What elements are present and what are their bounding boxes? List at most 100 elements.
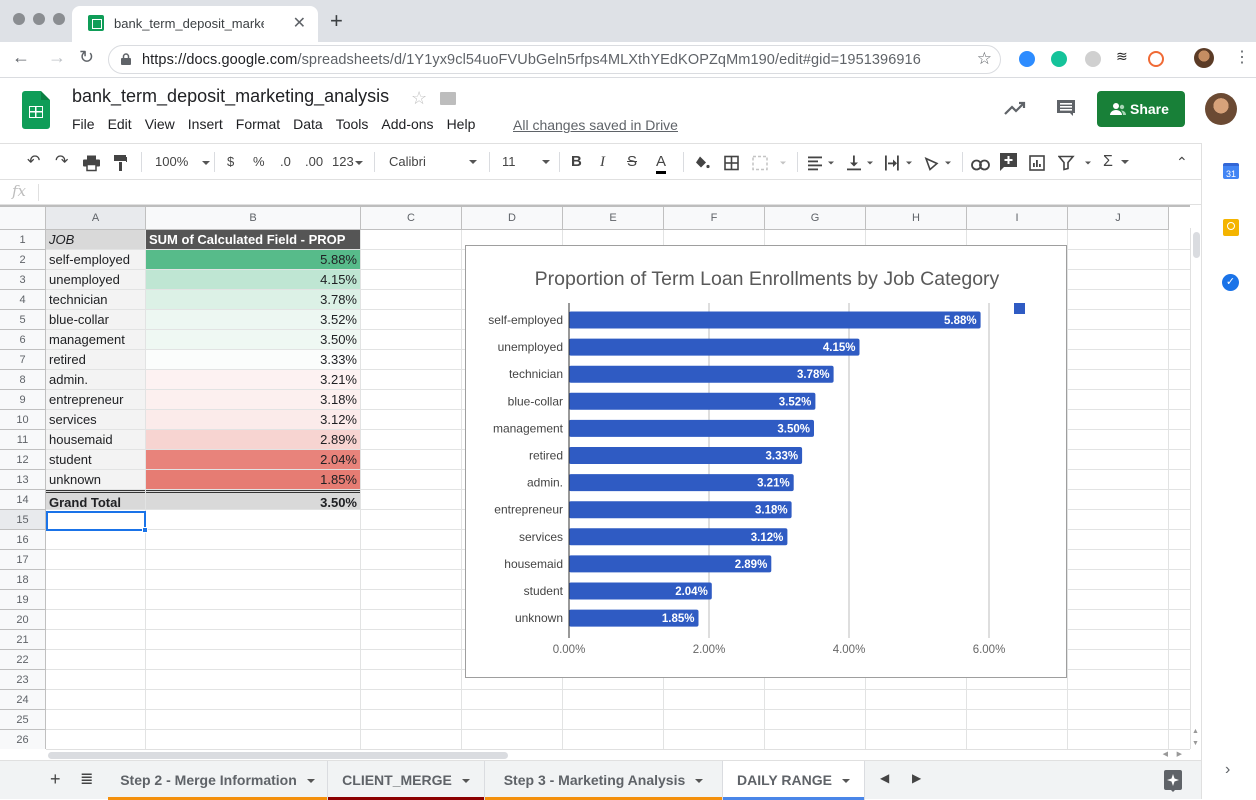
column-header-d[interactable]: D xyxy=(462,207,563,230)
row-header-25[interactable]: 25 xyxy=(0,710,46,730)
row-header-4[interactable]: 4 xyxy=(0,290,46,310)
pivot-job-cell[interactable]: services xyxy=(46,410,145,429)
horizontal-scrollbar[interactable]: ◀ ▶ xyxy=(46,749,1190,760)
explore-button-icon[interactable] xyxy=(1164,770,1182,792)
window-minimize-button[interactable] xyxy=(33,13,45,25)
redo-icon[interactable]: ↷ xyxy=(55,153,68,171)
vertical-align-icon[interactable] xyxy=(847,154,875,172)
print-icon[interactable] xyxy=(83,154,100,172)
sheet-tab-step-3-marketing-analysis[interactable]: Step 3 - Marketing Analysis xyxy=(485,761,723,800)
insert-chart-icon[interactable] xyxy=(1029,154,1045,172)
pivot-job-cell[interactable]: admin. xyxy=(46,370,145,389)
percent-format-button[interactable]: % xyxy=(253,153,265,171)
pivot-value-cell[interactable]: 3.12% xyxy=(146,410,360,429)
paint-format-icon[interactable] xyxy=(114,154,127,172)
sheet-tab-client-merge[interactable]: CLIENT_MERGE xyxy=(328,761,485,800)
menu-help[interactable]: Help xyxy=(447,116,476,136)
row-header-24[interactable]: 24 xyxy=(0,690,46,710)
column-header-j[interactable]: J xyxy=(1068,207,1169,230)
more-formats-button[interactable]: 123 xyxy=(332,153,363,171)
filter-icon[interactable] xyxy=(1058,154,1094,172)
menu-data[interactable]: Data xyxy=(293,116,323,136)
comments-icon[interactable] xyxy=(1056,99,1076,117)
row-header-20[interactable]: 20 xyxy=(0,610,46,630)
pivot-value-cell[interactable]: 1.85% xyxy=(146,470,360,489)
menu-insert[interactable]: Insert xyxy=(188,116,223,136)
italic-button[interactable]: I xyxy=(600,153,605,171)
star-icon[interactable]: ☆ xyxy=(411,88,427,109)
keep-icon[interactable] xyxy=(1223,219,1239,236)
sheet-tab-menu-caret[interactable] xyxy=(306,779,315,784)
scroll-up-arrow[interactable]: ▲ xyxy=(1192,728,1199,735)
add-sheet-button[interactable]: + xyxy=(50,769,61,790)
formula-input[interactable] xyxy=(46,182,1186,202)
url-input[interactable]: https://docs.google.com/spreadsheets/d/1… xyxy=(108,45,1001,74)
browser-tab[interactable]: bank_term_deposit_marketing_analysis ✕ xyxy=(72,6,318,42)
row-header-9[interactable]: 9 xyxy=(0,390,46,410)
fill-color-icon[interactable] xyxy=(694,154,710,172)
pivot-job-cell[interactable]: housemaid xyxy=(46,430,145,449)
row-header-23[interactable]: 23 xyxy=(0,670,46,690)
tasks-icon[interactable]: ✓ xyxy=(1222,274,1239,291)
decrease-decimal-button[interactable]: .0 xyxy=(280,153,291,171)
row-header-14[interactable]: 14 xyxy=(0,490,46,510)
row-header-11[interactable]: 11 xyxy=(0,430,46,450)
insert-link-icon[interactable] xyxy=(971,156,990,174)
explore-trend-icon[interactable] xyxy=(1004,100,1026,116)
column-header-a[interactable]: A xyxy=(46,207,146,230)
row-header-22[interactable]: 22 xyxy=(0,650,46,670)
collapse-toolbar-icon[interactable]: ⌃ xyxy=(1176,153,1188,171)
scroll-right-arrow[interactable]: ▶ xyxy=(1177,750,1182,758)
document-title[interactable]: bank_term_deposit_marketing_analysis xyxy=(72,86,389,107)
strikethrough-button[interactable]: S xyxy=(627,153,637,171)
bitly-extension-icon[interactable] xyxy=(1148,51,1164,67)
close-tab-icon[interactable]: ✕ xyxy=(293,13,306,33)
show-side-panel-icon[interactable]: › xyxy=(1225,761,1230,779)
text-color-button[interactable]: A xyxy=(656,153,667,174)
grand-total-value[interactable]: 3.50% xyxy=(146,490,360,509)
text-wrapping-icon[interactable] xyxy=(885,154,915,172)
column-header-e[interactable]: E xyxy=(563,207,664,230)
sheet-tab-step-2-merge-information[interactable]: Step 2 - Merge Information xyxy=(108,761,328,800)
pivot-job-cell[interactable]: technician xyxy=(46,290,145,309)
forward-icon[interactable]: → xyxy=(48,47,66,68)
pivot-value-cell[interactable]: 3.52% xyxy=(146,310,360,329)
chrome-profile-avatar[interactable] xyxy=(1194,48,1214,68)
share-button[interactable]: Share xyxy=(1097,91,1185,127)
vertical-scrollbar[interactable]: ▲ ▼ xyxy=(1190,228,1201,749)
borders-icon[interactable] xyxy=(724,154,739,172)
row-header-3[interactable]: 3 xyxy=(0,270,46,290)
pivot-value-cell[interactable]: 2.04% xyxy=(146,450,360,469)
row-header-10[interactable]: 10 xyxy=(0,410,46,430)
undo-icon[interactable]: ↶ xyxy=(27,153,40,171)
pivot-job-cell[interactable]: unknown xyxy=(46,470,145,489)
row-header-6[interactable]: 6 xyxy=(0,330,46,350)
font-size-select[interactable]: 11 xyxy=(502,153,550,171)
select-all-corner[interactable] xyxy=(0,207,46,230)
sheet-tab-daily-range[interactable]: DAILY RANGE xyxy=(723,761,865,800)
menu-addons[interactable]: Add-ons xyxy=(381,116,433,136)
functions-button[interactable]: Σ xyxy=(1103,153,1129,171)
column-header-c[interactable]: C xyxy=(361,207,462,230)
pivot-value-cell[interactable]: 3.18% xyxy=(146,390,360,409)
column-header-i[interactable]: I xyxy=(967,207,1068,230)
menu-tools[interactable]: Tools xyxy=(336,116,369,136)
back-icon[interactable]: ← xyxy=(12,47,30,68)
zoom-extension-icon[interactable] xyxy=(1019,51,1035,67)
row-header-21[interactable]: 21 xyxy=(0,630,46,650)
extension-circle-icon[interactable] xyxy=(1085,51,1101,67)
pivot-job-cell[interactable]: self-employed xyxy=(46,250,145,269)
row-header-13[interactable]: 13 xyxy=(0,470,46,490)
row-header-17[interactable]: 17 xyxy=(0,550,46,570)
calendar-icon[interactable]: 31 xyxy=(1223,163,1239,179)
pivot-job-cell[interactable]: retired xyxy=(46,350,145,369)
selected-cell-a15[interactable] xyxy=(46,511,148,533)
row-header-15[interactable]: 15 xyxy=(0,510,46,530)
pivot-value-cell[interactable]: 4.15% xyxy=(146,270,360,289)
row-header-2[interactable]: 2 xyxy=(0,250,46,270)
pivot-value-cell[interactable]: 3.33% xyxy=(146,350,360,369)
pivot-job-cell[interactable]: management xyxy=(46,330,145,349)
buffer-extension-icon[interactable]: ≋ xyxy=(1116,48,1132,64)
scroll-tabs-left-icon[interactable]: ◀ xyxy=(880,771,889,785)
horizontal-align-icon[interactable] xyxy=(808,154,836,172)
